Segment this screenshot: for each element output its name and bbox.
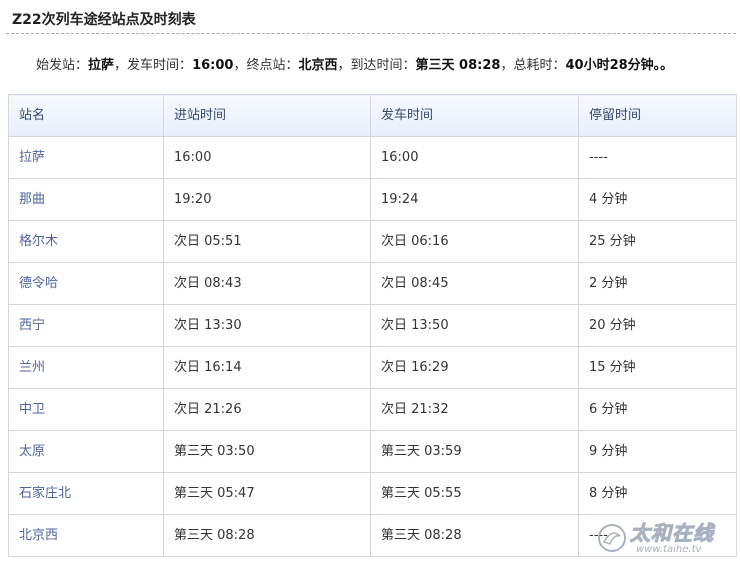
stop-duration: 9 分钟	[578, 430, 737, 473]
stop-duration: 2 分钟	[578, 262, 737, 305]
departure-time: 第三天 05:55	[370, 472, 579, 515]
station-name: 兰州	[8, 346, 164, 389]
stop-duration: 25 分钟	[578, 220, 737, 263]
title-divider	[6, 33, 736, 34]
depart-label: 发车时间：	[127, 58, 193, 73]
departure-time: 第三天 08:28	[370, 514, 579, 557]
stop-duration: 15 分钟	[578, 346, 737, 389]
header-departure-time: 发车时间	[370, 94, 579, 137]
arrival-time: 次日 16:14	[163, 346, 371, 389]
arrival-time: 第三天 03:50	[163, 430, 371, 473]
departure-time: 次日 08:45	[370, 262, 579, 305]
arrival-time: 16:00	[163, 136, 371, 179]
departure-time: 19:24	[370, 178, 579, 221]
taihe-logo-icon	[598, 524, 626, 552]
duration-label: 总耗时：	[513, 58, 566, 73]
header-arrival-time: 进站时间	[163, 94, 371, 137]
station-name: 那曲	[8, 178, 164, 221]
station-name: 石家庄北	[8, 472, 164, 515]
arrive-label: 到达时间：	[350, 58, 416, 73]
header-stop-duration: 停留时间	[578, 94, 737, 137]
station-name: 太原	[8, 430, 164, 473]
station-name: 德令哈	[8, 262, 164, 305]
origin-value: 拉萨	[88, 58, 115, 73]
departure-time: 次日 21:32	[370, 388, 579, 431]
site-watermark: 太和在线 www.taihe.tv	[596, 518, 734, 558]
arrive-time-value: 第三天 08:28	[415, 58, 501, 73]
table-row: 兰州 次日 16:14 次日 16:29 15 分钟	[8, 346, 737, 389]
arrival-time: 次日 08:43	[163, 262, 371, 305]
header-station: 站名	[8, 94, 164, 137]
summary-separator: ，	[233, 58, 247, 73]
arrival-time: 次日 05:51	[163, 220, 371, 263]
timetable: 站名 进站时间 发车时间 停留时间 拉萨 16:00 16:00 ---- 那曲…	[8, 94, 737, 557]
summary-end: 。	[660, 58, 674, 73]
station-name: 中卫	[8, 388, 164, 431]
arrival-time: 次日 21:26	[163, 388, 371, 431]
table-row: 格尔木 次日 05:51 次日 06:16 25 分钟	[8, 220, 737, 263]
summary-separator: ，	[500, 58, 514, 73]
terminal-label: 终点站：	[246, 58, 299, 73]
departure-time: 16:00	[370, 136, 579, 179]
page-title: Z22次列车途经站点及时刻表	[12, 12, 196, 28]
table-row: 德令哈 次日 08:43 次日 08:45 2 分钟	[8, 262, 737, 305]
watermark-brand: 太和在线	[630, 521, 714, 545]
station-name: 拉萨	[8, 136, 164, 179]
station-name: 西宁	[8, 304, 164, 347]
arrival-time: 第三天 05:47	[163, 472, 371, 515]
stop-duration: 4 分钟	[578, 178, 737, 221]
duration-value: 40小时28分钟。	[565, 58, 661, 73]
table-row: 那曲 19:20 19:24 4 分钟	[8, 178, 737, 221]
departure-time: 第三天 03:59	[370, 430, 579, 473]
terminal-value: 北京西	[298, 58, 338, 73]
station-name: 北京西	[8, 514, 164, 557]
stop-duration: 6 分钟	[578, 388, 737, 431]
depart-time-value: 16:00	[192, 58, 234, 73]
stop-duration: 8 分钟	[578, 472, 737, 515]
table-row: 太原 第三天 03:50 第三天 03:59 9 分钟	[8, 430, 737, 473]
stop-duration: 20 分钟	[578, 304, 737, 347]
departure-time: 次日 16:29	[370, 346, 579, 389]
departure-time: 次日 06:16	[370, 220, 579, 263]
arrival-time: 19:20	[163, 178, 371, 221]
arrival-time: 次日 13:30	[163, 304, 371, 347]
arrival-time: 第三天 08:28	[163, 514, 371, 557]
watermark-url: www.taihe.tv	[636, 544, 702, 555]
table-row: 中卫 次日 21:26 次日 21:32 6 分钟	[8, 388, 737, 431]
train-summary: 始发站：拉萨，发车时间：16:00，终点站：北京西，到达时间：第三天 08:28…	[36, 56, 673, 76]
table-header-row: 站名 进站时间 发车时间 停留时间	[8, 94, 737, 137]
origin-label: 始发站：	[36, 58, 89, 73]
summary-separator: ，	[114, 58, 128, 73]
station-name: 格尔木	[8, 220, 164, 263]
departure-time: 次日 13:50	[370, 304, 579, 347]
table-row: 石家庄北 第三天 05:47 第三天 05:55 8 分钟	[8, 472, 737, 515]
stop-duration: ----	[578, 136, 737, 179]
table-row: 拉萨 16:00 16:00 ----	[8, 136, 737, 179]
summary-separator: ，	[337, 58, 351, 73]
table-row: 西宁 次日 13:30 次日 13:50 20 分钟	[8, 304, 737, 347]
